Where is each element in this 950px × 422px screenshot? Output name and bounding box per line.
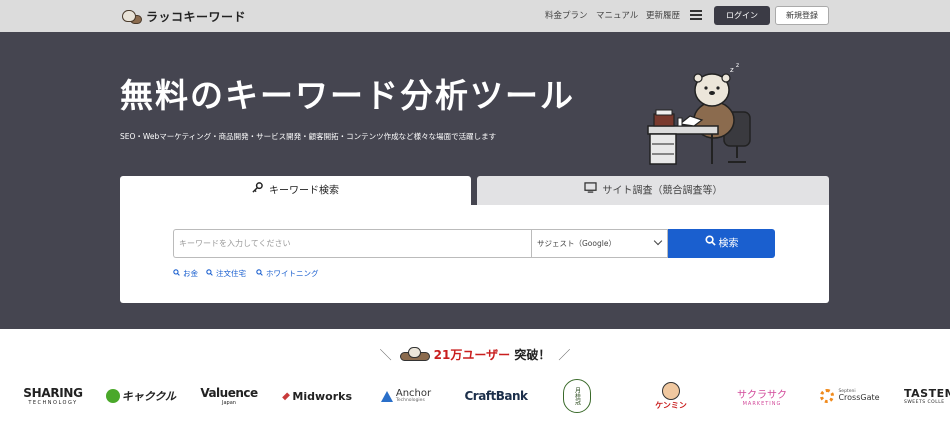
kenmin-character-icon: [662, 381, 680, 400]
client-logo: Anchor Technologies: [372, 376, 440, 416]
midworks-mark-icon: [282, 391, 291, 401]
suggestion-link[interactable]: ホワイトニング: [256, 268, 319, 279]
tab-keyword-search[interactable]: キーワード検索: [120, 176, 471, 205]
suggest-source-value: サジェスト（Google）: [537, 239, 616, 248]
monitor-icon: [583, 176, 597, 205]
key-icon: [252, 176, 263, 205]
users-count: 21万ユーザー: [433, 348, 511, 362]
client-logo-name: CraftBank: [464, 389, 528, 403]
search-icon: [173, 269, 180, 278]
search-button-label: 検索: [718, 238, 739, 250]
kyakukuru-mark-icon: [106, 389, 120, 403]
client-logos: SHARING TECHNOLOGY キャククル Valuence Japan …: [0, 376, 950, 416]
svg-text:z: z: [736, 62, 739, 69]
client-logo: SHARING TECHNOLOGY: [20, 376, 86, 416]
top-header: ラッコキーワード 料金プラン マニュアル 更新履歴 ログイン 新規登録: [0, 0, 950, 32]
keyword-search-input[interactable]: キーワードを入力してください: [173, 229, 531, 258]
client-logo-sub: Technologies: [395, 397, 425, 403]
nav-changelog-link[interactable]: 更新履歴: [646, 9, 680, 21]
client-logo: 月桂冠: [560, 376, 594, 416]
login-button[interactable]: ログイン: [714, 6, 770, 25]
hero-subtitle: SEO・Webマーケティング・商品開発・サービス開発・顧客開拓・コンテンツ作成な…: [120, 132, 497, 141]
suggestion-link[interactable]: お金: [173, 268, 198, 279]
client-logo-name: TASTEM: [904, 387, 950, 400]
users-suffix: 突破！: [514, 348, 551, 362]
chevron-down-icon: [653, 236, 663, 246]
suggestion-label: 注文住宅: [216, 269, 246, 278]
search-icon: [704, 229, 716, 258]
hero-section: 無料のキーワード分析ツール SEO・Webマーケティング・商品開発・サービス開発…: [0, 32, 950, 329]
client-logo-name: CrossGate: [838, 393, 880, 403]
anchor-mark-icon: [380, 390, 393, 402]
client-logo-sub: MARKETING: [742, 400, 782, 407]
client-logo: サクラサク MARKETING: [724, 376, 800, 416]
register-button[interactable]: 新規登録: [775, 6, 829, 25]
otter-logo-icon: [120, 8, 142, 24]
search-button[interactable]: 検索: [668, 229, 775, 258]
nav-manual-link[interactable]: マニュアル: [596, 9, 638, 21]
client-logo: CraftBank: [460, 376, 532, 416]
tab-site-research[interactable]: サイト調査（競合調査等）: [477, 176, 829, 205]
otter-at-desk-illustration: z z: [647, 62, 751, 165]
tab-keyword-search-label: キーワード検索: [269, 185, 339, 197]
septeni-flower-icon: [820, 389, 835, 403]
search-icon: [256, 269, 263, 278]
nav-pricing-link[interactable]: 料金プラン: [545, 9, 588, 21]
search-card: キーワードを入力してください サジェスト（Google） 検索 お金 注文住宅 …: [120, 205, 829, 303]
tab-site-research-label: サイト調査（競合調査等）: [602, 185, 723, 197]
logo-text: ラッコキーワード: [146, 9, 247, 24]
client-logo: Septeni CrossGate: [814, 376, 886, 416]
client-logo-sub: Japan: [222, 400, 236, 406]
client-logo: ケンミン: [646, 376, 696, 416]
client-logo-name: サクラサク: [737, 389, 787, 401]
client-logo-name: キャククル: [121, 390, 176, 403]
client-logo-name: 月桂冠: [573, 387, 581, 405]
suggestion-link[interactable]: 注文住宅: [206, 268, 246, 279]
menu-icon[interactable]: [690, 10, 702, 20]
users-section: ＼ 21万ユーザー 突破！／ SHARING TECHNOLOGY キャククル …: [0, 329, 950, 422]
client-logo-name: ケンミン: [655, 400, 687, 410]
client-logo-sub: SWEETS COLLE: [904, 400, 945, 405]
client-logo-name: Valuence: [200, 386, 258, 400]
client-logo: Midworks: [282, 376, 352, 416]
gekkeikan-seal-icon: 月桂冠: [563, 379, 591, 413]
suggest-source-select[interactable]: サジェスト（Google）: [531, 229, 668, 258]
suggestion-label: ホワイトニング: [266, 269, 319, 278]
hero-title: 無料のキーワード分析ツール: [120, 76, 575, 115]
site-logo[interactable]: ラッコキーワード: [120, 6, 246, 26]
suggestion-label: お金: [183, 269, 198, 278]
client-logo: キャククル: [106, 376, 176, 416]
search-icon: [206, 269, 213, 278]
client-logo: TASTEM SWEETS COLLE: [904, 376, 950, 416]
otter-icon: [399, 347, 430, 361]
client-logo-name: Midworks: [292, 389, 352, 403]
users-count-banner: ＼ 21万ユーザー 突破！／: [379, 347, 571, 362]
client-logo-sub: TECHNOLOGY: [28, 400, 78, 406]
svg-text:z: z: [730, 66, 734, 74]
client-logo-name: SHARING: [23, 386, 83, 400]
client-logo: Valuence Japan: [196, 376, 262, 416]
